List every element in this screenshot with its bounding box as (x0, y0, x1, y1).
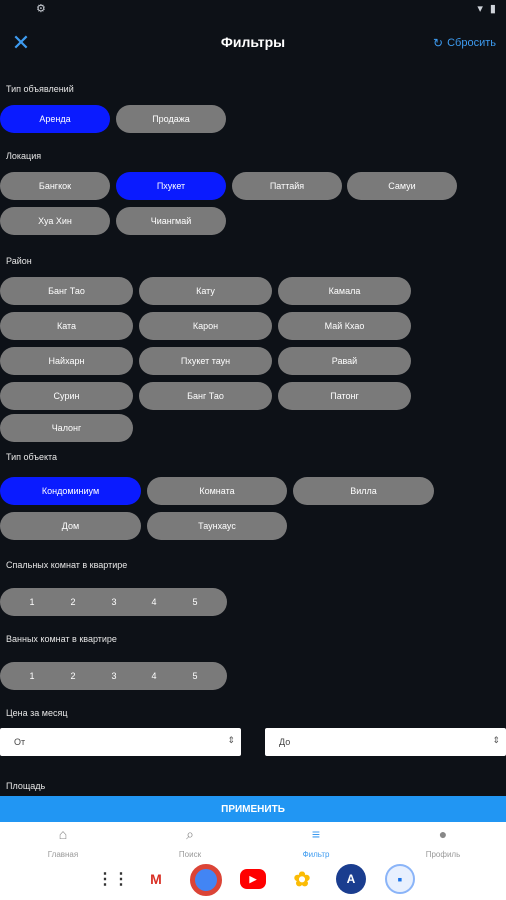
app-drawer-icon[interactable]: ⋮⋮ (97, 864, 129, 894)
price-to-placeholder: До (279, 737, 291, 747)
apply-button[interactable]: ПРИМЕНИТЬ (0, 796, 506, 822)
section-title-area: Площадь (6, 781, 46, 791)
chip-district[interactable]: Банг Тао (139, 382, 272, 410)
nav-label: Поиск (178, 850, 202, 859)
chip-location[interactable]: Паттайя (232, 172, 342, 200)
chrome-icon[interactable] (190, 864, 222, 896)
chip-location[interactable]: Хуа Хин (0, 207, 110, 235)
nav-label: Главная (47, 850, 79, 859)
bedrooms-option[interactable]: 4 (144, 597, 164, 607)
chip-object-type[interactable]: Кондоминиум (0, 477, 141, 505)
chip-location[interactable]: Самуи (347, 172, 457, 200)
chip-district[interactable]: Пхукет таун (139, 347, 272, 375)
nav-label: Фильтр (302, 850, 330, 859)
section-title-listing-type: Тип объявлений (6, 84, 74, 94)
price-from-field[interactable]: От ⇕ (0, 728, 241, 756)
chip-district[interactable]: Сурин (0, 382, 133, 410)
section-title-district: Район (6, 256, 32, 266)
bathrooms-option[interactable]: 4 (144, 671, 164, 681)
chip-district[interactable]: Карон (139, 312, 272, 340)
bottom-navigation: ⌂ Главная ⌕ Поиск ≡ Фильтр ● Профиль (0, 822, 506, 860)
chip-district[interactable]: Равай (278, 347, 411, 375)
home-icon: ⌂ (58, 826, 68, 842)
bathrooms-option[interactable]: 5 (185, 671, 205, 681)
chip-district[interactable]: Патонг (278, 382, 411, 410)
spinner-icon: ⇕ (227, 735, 235, 745)
section-title-bathrooms: Ванных комнат в квартире (6, 634, 117, 644)
price-from-placeholder: От (14, 737, 26, 747)
section-title-object-type: Тип объекта (6, 452, 58, 462)
chip-district[interactable]: Май Кхао (278, 312, 411, 340)
chip-district[interactable]: Ката (0, 312, 133, 340)
nav-search[interactable]: ⌕ Поиск (140, 826, 240, 859)
chip-district[interactable]: Найхарн (0, 347, 133, 375)
refresh-icon: ↻ (433, 36, 444, 50)
youtube-icon[interactable]: ▶ (240, 869, 266, 889)
chip-object-type[interactable]: Дом (0, 512, 141, 540)
settings-status-icon: ⚙ (36, 3, 46, 15)
price-to-field[interactable]: До ⇕ (265, 728, 506, 756)
system-dock: ⋮⋮ M ▶ ✿ A ▪ (0, 860, 506, 900)
bathrooms-selector: 1 2 3 4 5 (0, 662, 227, 690)
section-title-price: Цена за месяц (6, 708, 68, 718)
filter-icon: ≡ (311, 826, 321, 842)
chip-rent[interactable]: Аренда (0, 105, 110, 133)
section-title-location: Локация (6, 151, 42, 161)
gmail-icon[interactable]: M (141, 864, 171, 894)
bedrooms-selector: 1 2 3 4 5 (0, 588, 227, 616)
nav-profile[interactable]: ● Профиль (393, 826, 493, 859)
chip-location[interactable]: Бангкок (0, 172, 110, 200)
bathrooms-option[interactable]: 1 (22, 671, 42, 681)
status-bar: ⚙ ▾ ▮ (0, 0, 506, 20)
photos-icon[interactable]: ✿ (287, 864, 317, 894)
reset-label: Сбросить (447, 37, 496, 49)
bathrooms-option[interactable]: 2 (63, 671, 83, 681)
chip-sale[interactable]: Продажа (116, 105, 226, 133)
page-title: Фильтры (220, 34, 286, 50)
nav-filter[interactable]: ≡ Фильтр (266, 826, 366, 859)
app-icon[interactable]: A (336, 864, 366, 894)
header: ✕ Фильтры ↻ Сбросить (0, 28, 506, 60)
search-icon: ⌕ (186, 826, 194, 842)
chip-location[interactable]: Пхукет (116, 172, 226, 200)
spinner-icon: ⇕ (492, 735, 500, 745)
bedrooms-option[interactable]: 3 (104, 597, 124, 607)
chip-object-type[interactable]: Вилла (293, 477, 434, 505)
nav-label: Профиль (425, 850, 461, 859)
bedrooms-option[interactable]: 2 (63, 597, 83, 607)
messages-icon[interactable]: ▪ (385, 864, 415, 894)
reset-button[interactable]: ↻ Сбросить (433, 36, 496, 50)
chip-district[interactable]: Камала (278, 277, 411, 305)
chip-object-type[interactable]: Комната (147, 477, 287, 505)
chip-district[interactable]: Кату (139, 277, 272, 305)
chip-location[interactable]: Чиангмай (116, 207, 226, 235)
chip-object-type[interactable]: Таунхаус (147, 512, 287, 540)
status-right-icons: ▾ ▮ (477, 3, 498, 15)
chip-district[interactable]: Банг Тао (0, 277, 133, 305)
profile-icon: ● (438, 826, 448, 842)
bedrooms-option[interactable]: 5 (185, 597, 205, 607)
nav-home[interactable]: ⌂ Главная (13, 826, 113, 859)
bathrooms-option[interactable]: 3 (104, 671, 124, 681)
chip-district[interactable]: Чалонг (0, 414, 133, 442)
bedrooms-option[interactable]: 1 (22, 597, 42, 607)
section-title-bedrooms: Спальных комнат в квартире (6, 560, 128, 570)
